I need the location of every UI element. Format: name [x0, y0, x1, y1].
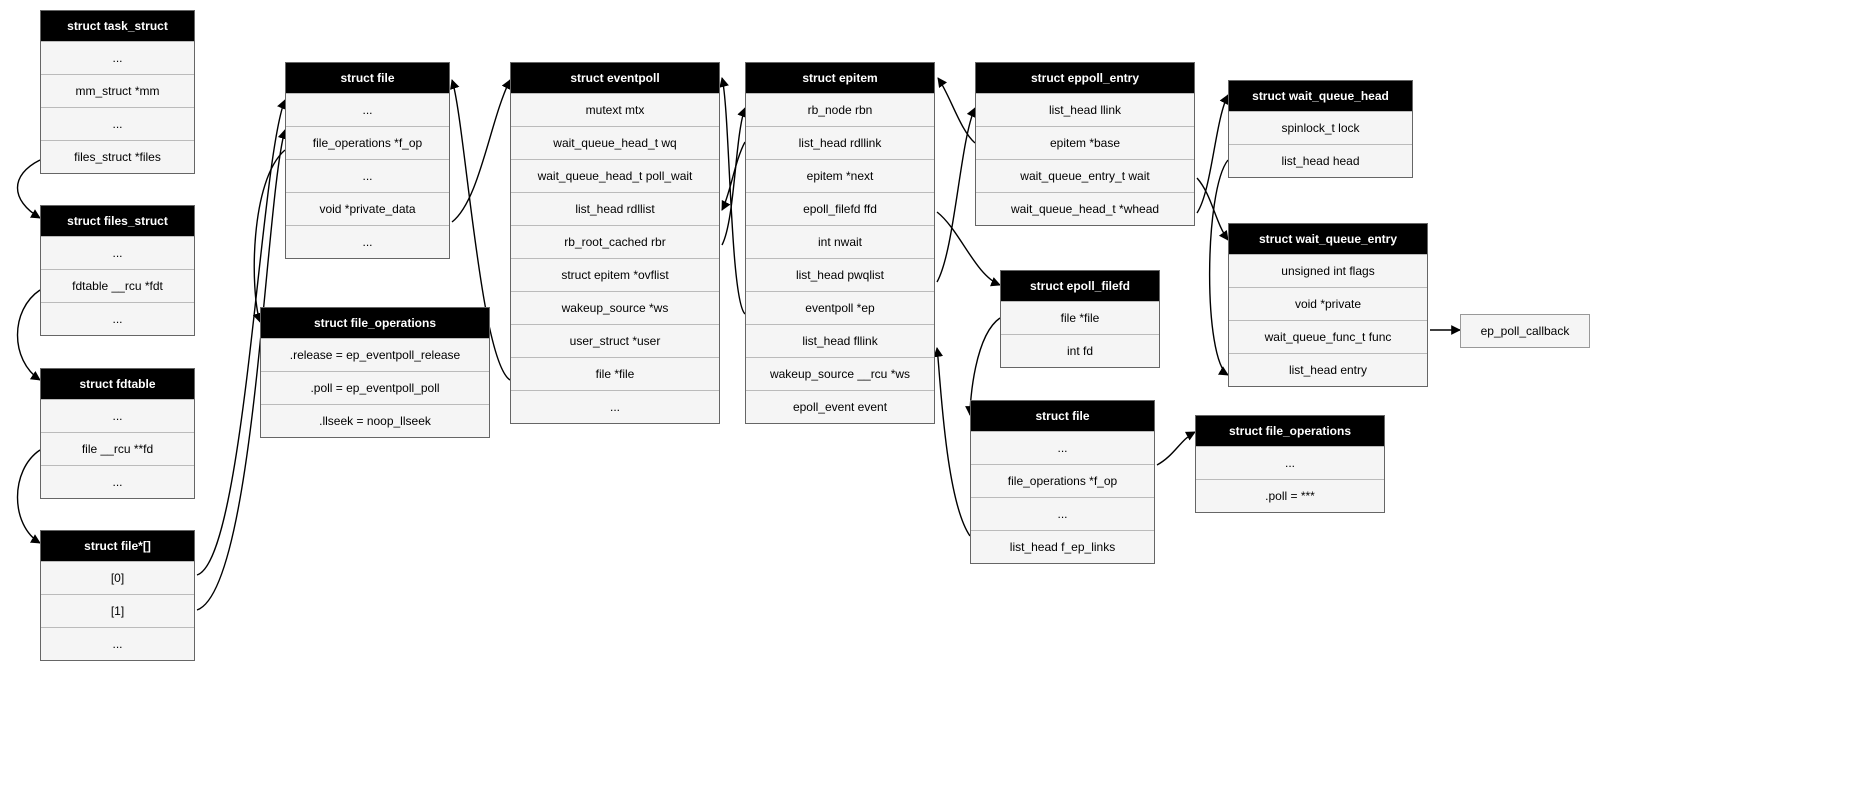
struct-file-operations-2: struct file_operations ... .poll = ***	[1195, 415, 1385, 513]
struct-field: file *file	[511, 357, 719, 390]
struct-field: list_head head	[1229, 144, 1412, 177]
struct-header: struct epoll_filefd	[1001, 271, 1159, 301]
struct-field: ...	[41, 627, 194, 660]
struct-header: struct fdtable	[41, 369, 194, 399]
struct-field: .poll = ep_eventpoll_poll	[261, 371, 489, 404]
struct-field: int fd	[1001, 334, 1159, 367]
struct-field: [0]	[41, 561, 194, 594]
struct-field: rb_root_cached rbr	[511, 225, 719, 258]
struct-field: ...	[971, 497, 1154, 530]
struct-field: epitem *next	[746, 159, 934, 192]
struct-file-array: struct file*[] [0] [1] ...	[40, 530, 195, 661]
struct-header: struct wait_queue_head	[1229, 81, 1412, 111]
struct-field: void *private	[1229, 287, 1427, 320]
struct-field: ...	[286, 159, 449, 192]
struct-epoll-filefd: struct epoll_filefd file *file int fd	[1000, 270, 1160, 368]
struct-field: ...	[286, 93, 449, 126]
struct-field: int nwait	[746, 225, 934, 258]
struct-field: .release = ep_eventpoll_release	[261, 338, 489, 371]
struct-field: wait_queue_head_t *whead	[976, 192, 1194, 225]
struct-field: wait_queue_func_t func	[1229, 320, 1427, 353]
struct-field: file_operations *f_op	[971, 464, 1154, 497]
struct-field: list_head entry	[1229, 353, 1427, 386]
note-ep-poll-callback: ep_poll_callback	[1460, 314, 1590, 348]
struct-field: file __rcu **fd	[41, 432, 194, 465]
struct-field: ...	[41, 236, 194, 269]
struct-field: rb_node rbn	[746, 93, 934, 126]
struct-field: ...	[1196, 446, 1384, 479]
struct-field: list_head pwqlist	[746, 258, 934, 291]
struct-field: fdtable __rcu *fdt	[41, 269, 194, 302]
struct-field: ...	[971, 431, 1154, 464]
struct-field: spinlock_t lock	[1229, 111, 1412, 144]
struct-header: struct file	[286, 63, 449, 93]
struct-file-1: struct file ... file_operations *f_op ..…	[285, 62, 450, 259]
struct-epitem: struct epitem rb_node rbn list_head rdll…	[745, 62, 935, 424]
struct-field: ...	[41, 399, 194, 432]
struct-field: wait_queue_head_t wq	[511, 126, 719, 159]
struct-task-struct: struct task_struct ... mm_struct *mm ...…	[40, 10, 195, 174]
struct-file-2: struct file ... file_operations *f_op ..…	[970, 400, 1155, 564]
struct-wait-queue-entry: struct wait_queue_entry unsigned int fla…	[1228, 223, 1428, 387]
struct-field: wait_queue_head_t poll_wait	[511, 159, 719, 192]
struct-eppoll-entry: struct eppoll_entry list_head llink epit…	[975, 62, 1195, 226]
struct-field: wakeup_source *ws	[511, 291, 719, 324]
struct-field: void *private_data	[286, 192, 449, 225]
struct-field: file *file	[1001, 301, 1159, 334]
struct-field: ...	[41, 107, 194, 140]
struct-field: list_head fllink	[746, 324, 934, 357]
struct-header: struct wait_queue_entry	[1229, 224, 1427, 254]
struct-field: mutext mtx	[511, 93, 719, 126]
struct-header: struct files_struct	[41, 206, 194, 236]
struct-field: wait_queue_entry_t wait	[976, 159, 1194, 192]
struct-field: mm_struct *mm	[41, 74, 194, 107]
struct-files-struct: struct files_struct ... fdtable __rcu *f…	[40, 205, 195, 336]
struct-fdtable: struct fdtable ... file __rcu **fd ...	[40, 368, 195, 499]
struct-header: struct file	[971, 401, 1154, 431]
struct-field: files_struct *files	[41, 140, 194, 173]
struct-header: struct file_operations	[261, 308, 489, 338]
struct-field: eventpoll *ep	[746, 291, 934, 324]
struct-field: wakeup_source __rcu *ws	[746, 357, 934, 390]
struct-field: ...	[511, 390, 719, 423]
struct-field: list_head llink	[976, 93, 1194, 126]
struct-header: struct epitem	[746, 63, 934, 93]
struct-field: ...	[41, 41, 194, 74]
struct-field: user_struct *user	[511, 324, 719, 357]
struct-field: [1]	[41, 594, 194, 627]
struct-field: epoll_filefd ffd	[746, 192, 934, 225]
struct-header: struct eppoll_entry	[976, 63, 1194, 93]
struct-field: list_head rdllist	[511, 192, 719, 225]
struct-field: struct epitem *ovflist	[511, 258, 719, 291]
struct-field: file_operations *f_op	[286, 126, 449, 159]
struct-field: unsigned int flags	[1229, 254, 1427, 287]
struct-eventpoll: struct eventpoll mutext mtx wait_queue_h…	[510, 62, 720, 424]
struct-wait-queue-head: struct wait_queue_head spinlock_t lock l…	[1228, 80, 1413, 178]
struct-field: ...	[41, 302, 194, 335]
struct-field: ...	[286, 225, 449, 258]
struct-field: .llseek = noop_llseek	[261, 404, 489, 437]
struct-field: epitem *base	[976, 126, 1194, 159]
struct-header: struct eventpoll	[511, 63, 719, 93]
struct-field: ...	[41, 465, 194, 498]
struct-field: epoll_event event	[746, 390, 934, 423]
struct-field: .poll = ***	[1196, 479, 1384, 512]
struct-field: list_head f_ep_links	[971, 530, 1154, 563]
struct-header: struct file*[]	[41, 531, 194, 561]
struct-header: struct file_operations	[1196, 416, 1384, 446]
struct-header: struct task_struct	[41, 11, 194, 41]
struct-field: list_head rdllink	[746, 126, 934, 159]
struct-file-operations-1: struct file_operations .release = ep_eve…	[260, 307, 490, 438]
